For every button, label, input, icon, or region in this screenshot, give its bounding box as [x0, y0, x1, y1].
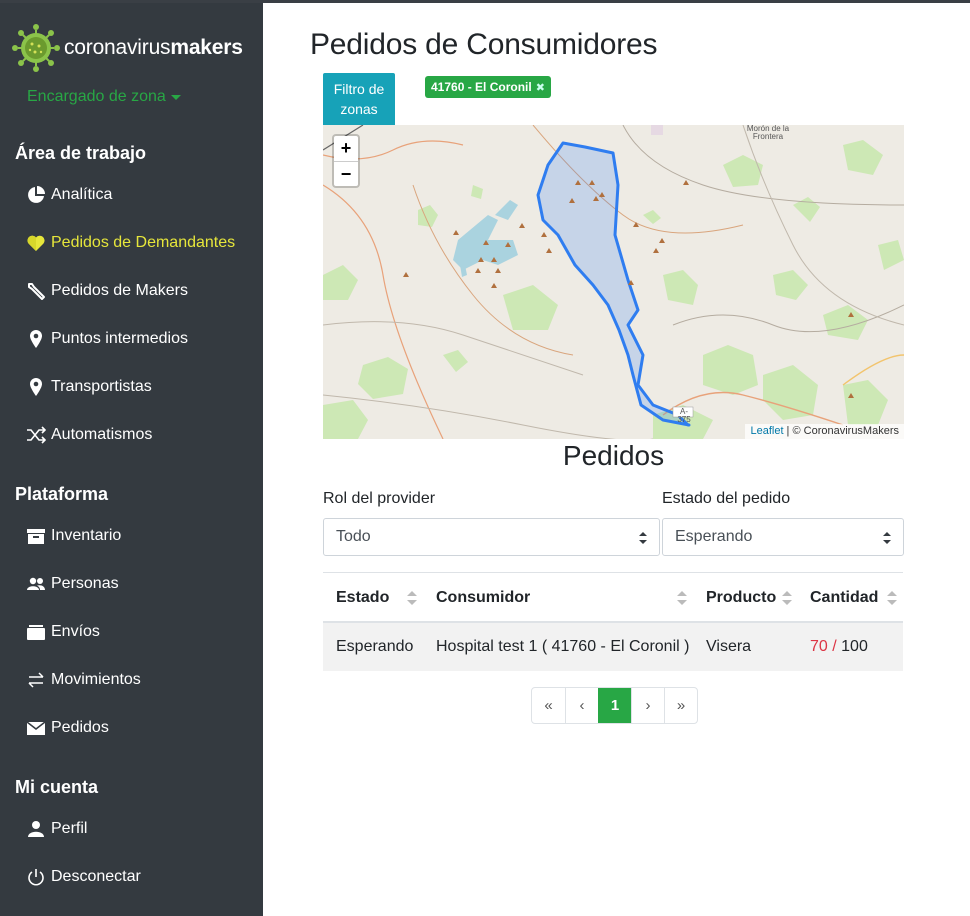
cell-consumidor: Hospital test 1 ( 41760 - El Coronil ): [436, 638, 690, 655]
sidebar-item-label: Inventario: [51, 527, 122, 544]
envelope-icon: [26, 718, 46, 738]
heart-icon: [26, 233, 46, 253]
sidebar-item-label: Puntos intermedios: [51, 330, 188, 347]
window-top-border: [0, 0, 970, 3]
caret-down-icon: [170, 94, 181, 100]
cell-cantidad: 70 / 100: [810, 623, 868, 671]
leaflet-link[interactable]: Leaflet: [750, 425, 783, 437]
sidebar-item-label: Pedidos de Demandantes: [51, 234, 236, 251]
sidebar-item-label: Personas: [51, 575, 119, 592]
sort-icon[interactable]: [677, 590, 687, 606]
map-marker-icon: [26, 329, 46, 349]
sort-icon[interactable]: [782, 590, 792, 606]
zone-badge-label: 41760 - El Coronil: [431, 80, 532, 94]
zoom-in-button[interactable]: +: [334, 136, 358, 161]
pie-chart-icon: [26, 185, 46, 205]
zone-filter-badge: 41760 - El Coronil ✖: [425, 76, 551, 98]
role-label: Encargado de zona: [27, 88, 166, 105]
select-arrows-icon: [639, 532, 647, 544]
column-header-producto[interactable]: Producto: [706, 573, 776, 623]
sidebar-item-analitica[interactable]: Analítica: [26, 183, 112, 207]
page-next-button[interactable]: ›: [631, 688, 664, 723]
map-attribution: Leaflet | © CoronavirusMakers: [745, 424, 904, 439]
sidebar: coronavirusmakers Encargado de zona Área…: [0, 0, 263, 916]
select-arrows-icon: [883, 532, 891, 544]
cantidad-total: 100: [841, 638, 868, 655]
virus-logo-icon: [12, 24, 60, 72]
status-filter-select[interactable]: Esperando: [662, 518, 904, 556]
sidebar-item-inventario[interactable]: Inventario: [26, 524, 121, 548]
archive-icon: [26, 526, 46, 546]
column-header-cantidad[interactable]: Cantidad: [810, 573, 878, 623]
section-title-work-area: Área de trabajo: [15, 143, 147, 163]
wrench-icon: [26, 281, 46, 301]
sidebar-item-label: Pedidos: [51, 719, 109, 736]
orders-table: Estado Consumidor Producto Cantidad Espe…: [323, 572, 903, 671]
role-dropdown[interactable]: Encargado de zona: [27, 88, 181, 106]
page-title: Pedidos de Consumidores: [310, 28, 658, 61]
cell-estado: Esperando: [336, 638, 414, 655]
table-header: Estado Consumidor Producto Cantidad: [323, 573, 903, 623]
attribution-text: | © CoronavirusMakers: [783, 425, 899, 437]
page-last-button[interactable]: »: [664, 688, 697, 723]
page-prev-button[interactable]: ‹: [565, 688, 598, 723]
sidebar-item-label: Automatismos: [51, 426, 153, 443]
remove-zone-icon[interactable]: ✖: [536, 81, 545, 94]
column-header-estado[interactable]: Estado: [336, 573, 389, 623]
sidebar-item-label: Desconectar: [51, 868, 141, 885]
section-title-account: Mi cuenta: [15, 777, 99, 797]
sidebar-item-movimientos[interactable]: Movimientos: [26, 668, 141, 692]
zone-filter-button[interactable]: Filtro de zonas: [323, 73, 395, 125]
brand[interactable]: coronavirusmakers: [10, 22, 243, 74]
user-icon: [26, 819, 46, 839]
pagination: « ‹ 1 › »: [531, 687, 698, 724]
map-zoom-control: + −: [332, 134, 360, 188]
map-marker-icon: [26, 377, 46, 397]
power-icon: [26, 867, 46, 887]
sidebar-item-pedidos[interactable]: Pedidos: [26, 716, 109, 740]
users-icon: [26, 574, 46, 594]
sidebar-item-transportistas[interactable]: Transportistas: [26, 375, 152, 399]
sidebar-item-label: Movimientos: [51, 671, 141, 688]
cell-producto: Visera: [706, 638, 752, 655]
zoom-out-button[interactable]: −: [334, 161, 358, 186]
sidebar-item-personas[interactable]: Personas: [26, 572, 119, 596]
role-filter-label: Rol del provider: [323, 490, 436, 507]
sidebar-item-label: Analítica: [51, 186, 113, 203]
sidebar-item-desconectar[interactable]: Desconectar: [26, 865, 141, 889]
map-road-label: A-375: [677, 407, 691, 424]
cantidad-actual: 70: [810, 638, 828, 655]
sidebar-item-pedidos-demandantes[interactable]: Pedidos de Demandantes: [26, 231, 235, 255]
page-first-button[interactable]: «: [532, 688, 565, 723]
box-icon: [26, 622, 46, 642]
page-1-button[interactable]: 1: [598, 688, 631, 723]
section-title-platform: Plataforma: [15, 484, 109, 504]
orders-section-title: Pedidos: [562, 440, 665, 471]
sidebar-item-label: Pedidos de Makers: [51, 282, 188, 299]
map-town-label: Morón de la Frontera: [746, 125, 790, 141]
sidebar-item-envios[interactable]: Envíos: [26, 620, 100, 644]
sidebar-item-label: Envíos: [51, 623, 100, 640]
sort-icon[interactable]: [887, 590, 897, 606]
sidebar-item-label: Transportistas: [51, 378, 152, 395]
role-filter-select[interactable]: Todo: [323, 518, 660, 556]
zone-map[interactable]: Morón de la Frontera A-375 + − Leaflet |…: [323, 125, 904, 439]
sidebar-item-puntos-intermedios[interactable]: Puntos intermedios: [26, 327, 188, 351]
brand-name: coronavirusmakers: [64, 36, 243, 59]
map-tiles: [323, 125, 904, 439]
sidebar-item-perfil[interactable]: Perfil: [26, 817, 87, 841]
sort-icon[interactable]: [407, 590, 417, 606]
status-filter-label: Estado del pedido: [662, 490, 791, 507]
status-filter-value: Esperando: [675, 528, 753, 545]
role-filter-value: Todo: [336, 528, 371, 545]
sidebar-item-label: Perfil: [51, 820, 88, 837]
sidebar-item-pedidos-makers[interactable]: Pedidos de Makers: [26, 279, 188, 303]
shuffle-icon: [26, 425, 46, 445]
sidebar-item-automatismos[interactable]: Automatismos: [26, 423, 152, 447]
exchange-icon: [26, 670, 46, 690]
table-row[interactable]: Esperando Hospital test 1 ( 41760 - El C…: [323, 623, 903, 671]
column-header-consumidor[interactable]: Consumidor: [436, 573, 530, 623]
cantidad-separator: /: [827, 638, 842, 655]
